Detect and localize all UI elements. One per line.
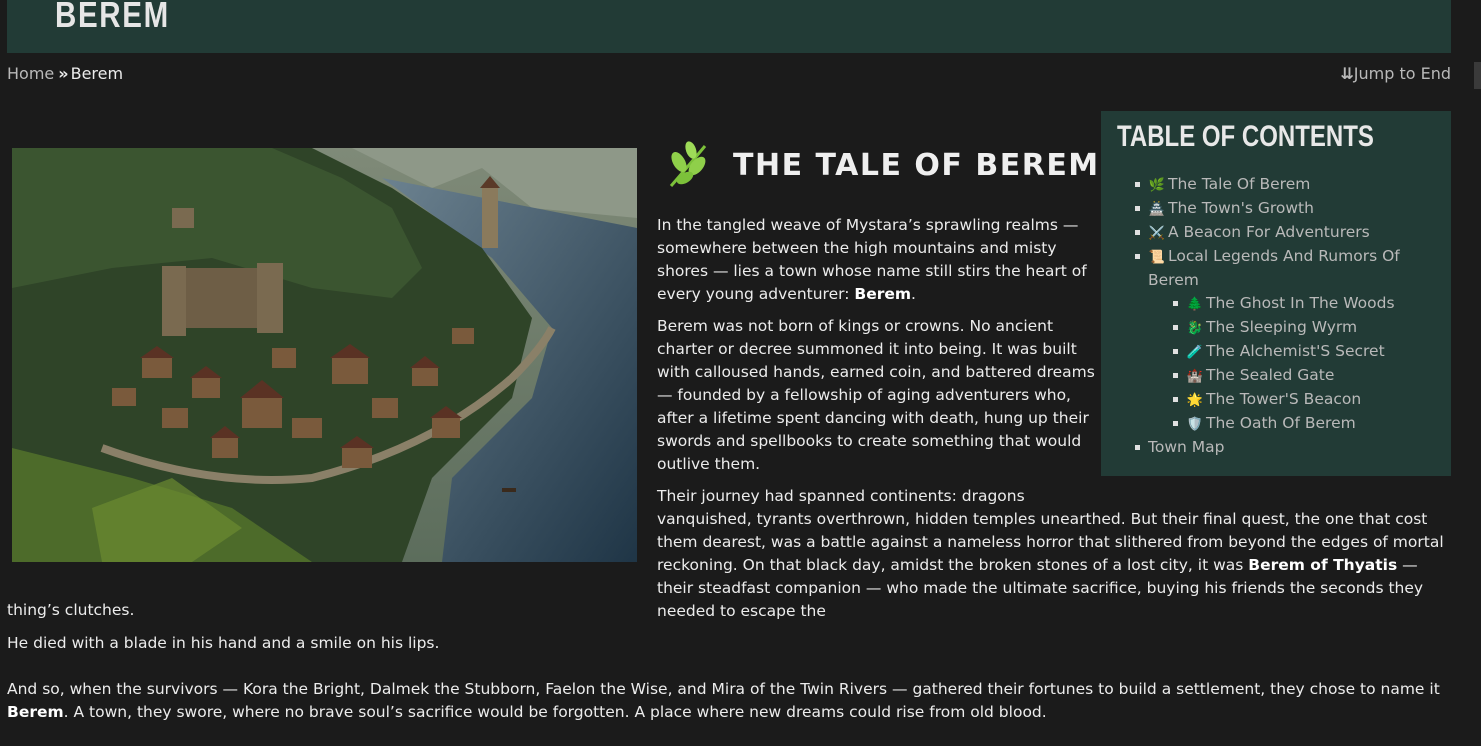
scrollbar[interactable] <box>1466 0 1481 746</box>
toc-subitem-label: The Alchemist'S Secret <box>1206 342 1385 360</box>
toc-subitem-oath[interactable]: 🛡️ The Oath Of Berem <box>1173 412 1435 436</box>
toc-sublist: 🌲 The Ghost In The Woods 🐉 The Sleeping Wy… <box>1173 292 1435 436</box>
toc-item-label: A Beacon For Adventurers <box>1168 223 1370 241</box>
town-illustration <box>12 148 637 562</box>
castle-icon: 🏰 <box>1186 369 1204 384</box>
castle-icon: 🏯 <box>1148 202 1166 217</box>
toc-item-label: The Tale Of Berem <box>1168 175 1311 193</box>
toc-subitem-label: The Oath Of Berem <box>1206 414 1356 432</box>
breadcrumb-home-link[interactable]: Home <box>7 64 54 83</box>
toc-item-label: The Town's Growth <box>1168 199 1314 217</box>
leaf-icon <box>665 140 711 190</box>
article-paragraph-1: In the tangled weave of Mystara’s sprawl… <box>657 214 1102 306</box>
toc-item-label: Local Legends And Rumors Of Berem <box>1148 247 1400 289</box>
article-paragraph-4: He died with a blade in his hand and a s… <box>7 634 440 652</box>
article-paragraph-5: And so, when the survivors — Kora the Br… <box>7 678 1457 724</box>
p5-bold: Berem <box>7 703 64 721</box>
p5-text: And so, when the survivors — Kora the Br… <box>7 680 1440 698</box>
toc-subitem-label: The Tower'S Beacon <box>1206 390 1362 408</box>
jump-to-end-label: Jump to End <box>1353 64 1451 83</box>
toc-item-tale[interactable]: 🌿 The Tale Of Berem <box>1135 173 1435 197</box>
article-paragraph-3: vanquished, tyrants overthrown, hidden t… <box>657 508 1457 623</box>
toc-subitem-tower[interactable]: 🌟 The Tower'S Beacon <box>1173 388 1435 412</box>
toc-heading: TABLE OF CONTENTS <box>1117 120 1374 153</box>
article-title-row: THE TALE OF BEREM <box>665 140 1100 190</box>
page-title: THE TALE OF BEREM <box>733 147 1100 183</box>
toc-item-label: Town Map <box>1148 438 1225 456</box>
toc-item-beacon[interactable]: ⚔️ A Beacon For Adventurers <box>1135 221 1435 245</box>
test-tube-icon: 🧪 <box>1186 345 1204 360</box>
jump-to-end-link[interactable]: ⇊Jump to End <box>1340 62 1451 85</box>
double-chevron-down-icon: ⇊ <box>1340 64 1354 83</box>
article-paragraph-2: Berem was not born of kings or crowns. N… <box>657 317 1095 473</box>
toc-subitem-wyrm[interactable]: 🐉 The Sleeping Wyrm <box>1173 316 1435 340</box>
toc-subitem-alchemist[interactable]: 🧪 The Alchemist'S Secret <box>1173 340 1435 364</box>
breadcrumb-current: Berem <box>70 64 124 83</box>
toc-item-growth[interactable]: 🏯 The Town's Growth <box>1135 197 1435 221</box>
toc-subitem-label: The Sleeping Wyrm <box>1206 318 1358 336</box>
site-title[interactable]: BEREM <box>55 0 170 33</box>
tree-icon: 🌲 <box>1186 297 1204 312</box>
article-paragraph-3-line-1: Their journey had spanned continents: dr… <box>657 487 1025 505</box>
breadcrumb: Home» Berem <box>7 62 123 85</box>
toc-item-legends[interactable]: 📜 Local Legends And Rumors Of Berem 🌲 The … <box>1135 245 1435 436</box>
toc-subitem-gate[interactable]: 🏰 The Sealed Gate <box>1173 364 1435 388</box>
double-chevron-right-icon: » <box>58 64 69 83</box>
toc-subitem-label: The Ghost In The Woods <box>1206 294 1395 312</box>
scroll-icon: 📜 <box>1148 250 1166 265</box>
star-icon: 🌟 <box>1186 393 1204 408</box>
table-of-contents: TABLE OF CONTENTS 🌿 The Tale Of Berem 🏯 Th… <box>1101 111 1451 476</box>
dragon-icon: 🐉 <box>1186 321 1204 336</box>
toc-list: 🌿 The Tale Of Berem 🏯 The Town's Growth ⚔️… <box>1135 173 1435 459</box>
p3-bold: Berem of Thyatis <box>1248 556 1398 574</box>
article-paragraph-3-tail: thing’s clutches. <box>7 601 135 619</box>
site-header: BEREM <box>7 0 1451 53</box>
p1-bold: Berem <box>854 285 912 303</box>
toc-subitem-ghost[interactable]: 🌲 The Ghost In The Woods <box>1173 292 1435 316</box>
crossed-swords-icon: ⚔️ <box>1148 226 1166 241</box>
toc-item-town-map[interactable]: Town Map <box>1135 436 1435 459</box>
scrollbar-thumb[interactable] <box>1474 62 1481 89</box>
toc-subitem-label: The Sealed Gate <box>1206 366 1335 384</box>
shield-icon: 🛡️ <box>1186 417 1204 432</box>
p1-end: . <box>911 285 916 303</box>
p5-end: . A town, they swore, where no brave sou… <box>63 703 1047 721</box>
leaf-icon: 🌿 <box>1148 178 1166 193</box>
